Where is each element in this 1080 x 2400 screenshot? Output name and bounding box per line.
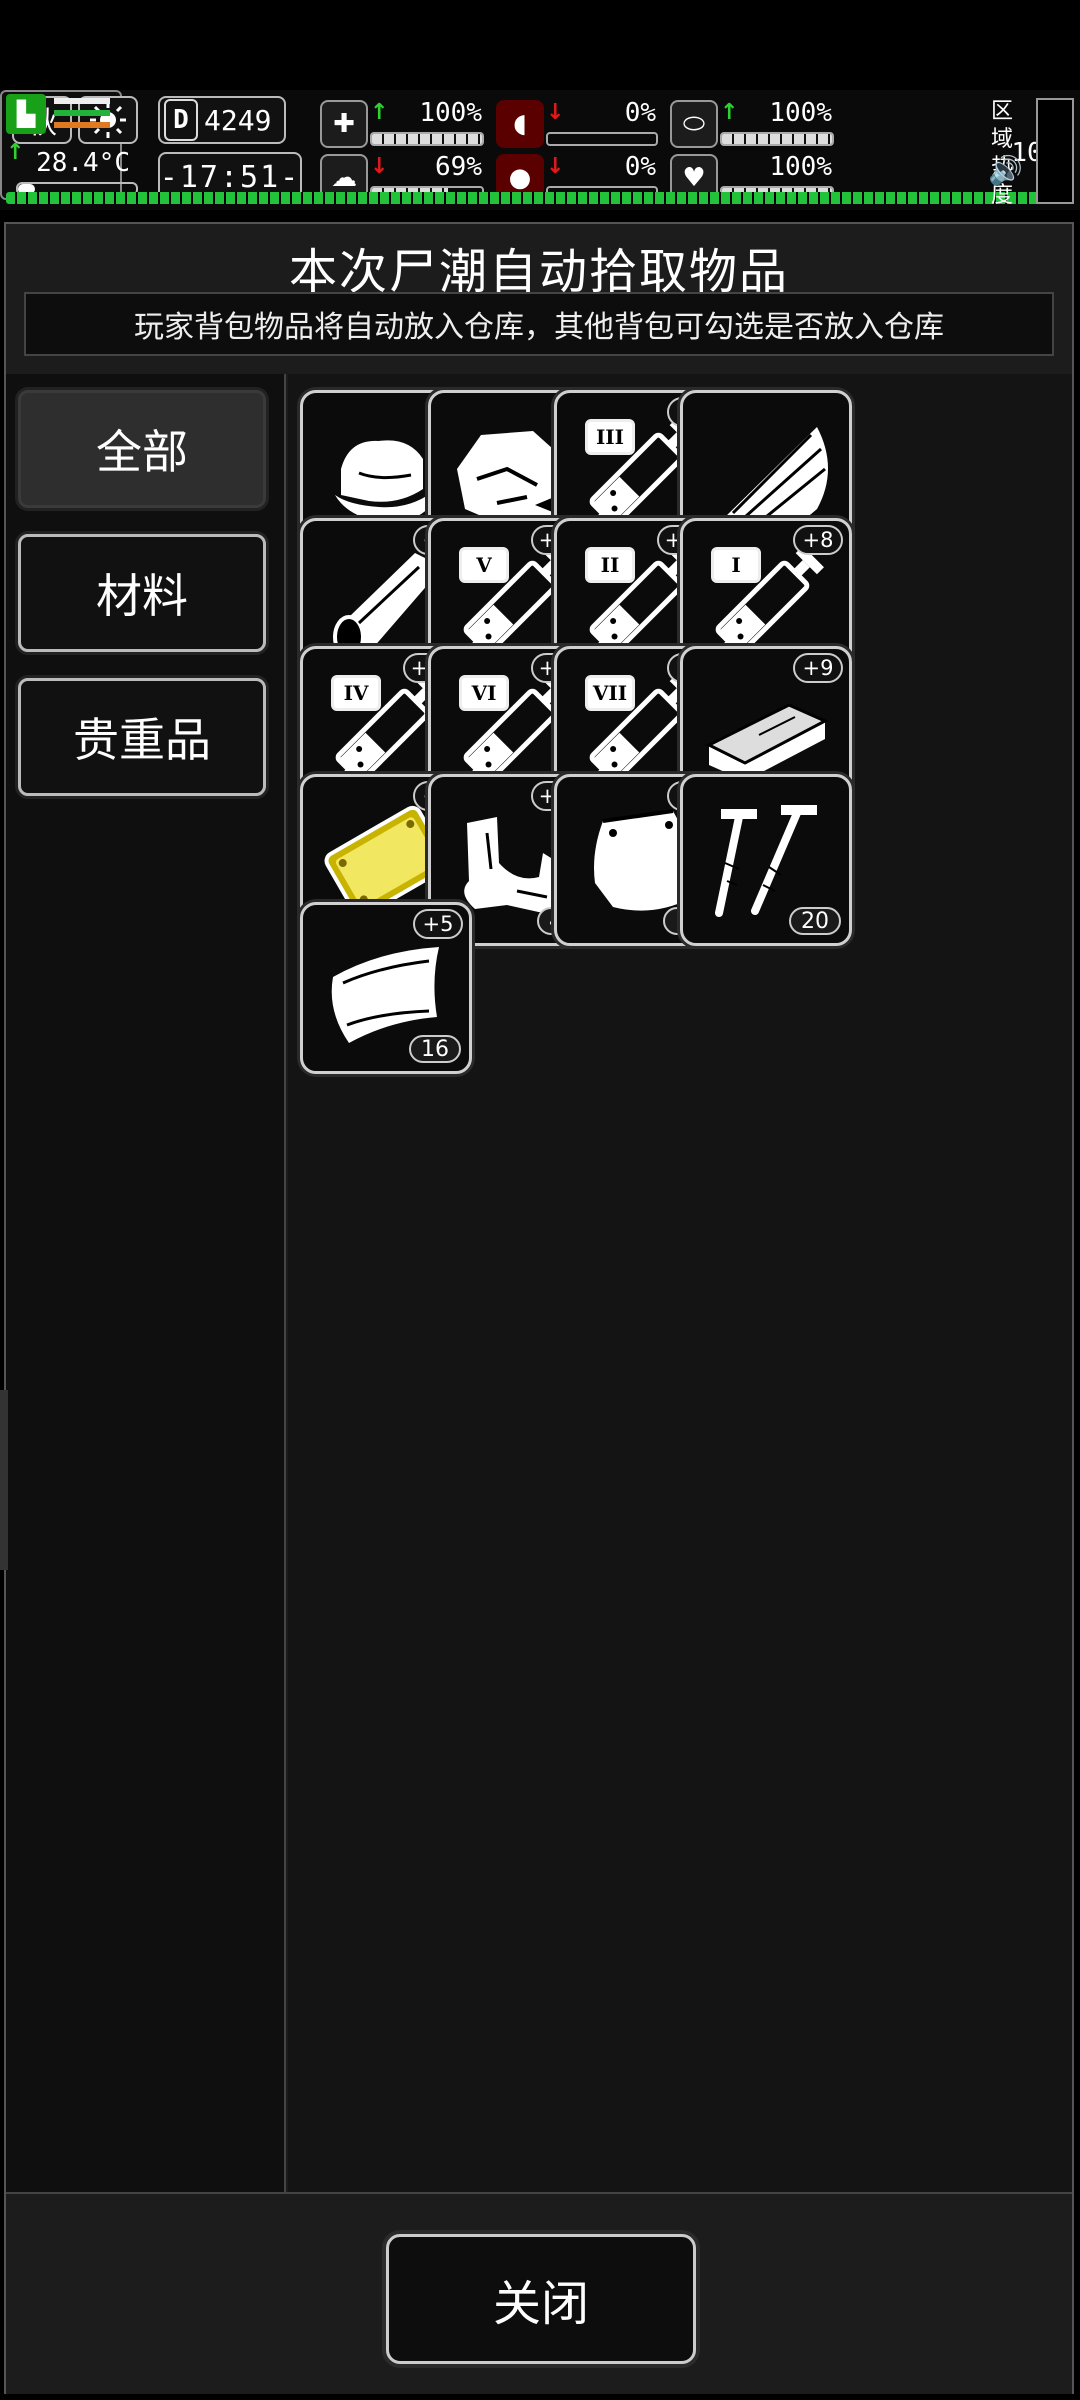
thirst-value: 100% [769, 98, 832, 128]
stamina-lines [54, 98, 110, 134]
inventory-slot[interactable]: +5 16 [300, 902, 472, 1074]
sanity-value: 69% [435, 152, 482, 182]
capsule-icon: ⬭ [670, 100, 718, 148]
grade-badge: I [711, 547, 761, 583]
medkit-icon: ✚ [320, 100, 368, 148]
arrow-up-icon: ↑ [370, 100, 389, 125]
day-prefix: D [164, 99, 198, 141]
arrow-up-icon: ↑ [6, 140, 25, 165]
item-count: 20 [789, 907, 841, 935]
grade-badge: V [459, 547, 509, 583]
day-counter: D 4249 [158, 96, 286, 144]
speaker-icon[interactable]: 🔊 [988, 154, 1023, 187]
arrow-up-icon: ↑ [720, 100, 739, 125]
hunger-stat: ◖ ↓ 0% [496, 98, 662, 150]
blood-value: 0% [624, 152, 656, 182]
tab-materials[interactable]: 材料 [18, 534, 266, 652]
grade-badge: II [585, 547, 635, 583]
close-button[interactable]: 关闭 [386, 2234, 696, 2364]
arrow-down-icon: ↓ [546, 100, 565, 125]
item-grid: 999+999+III+9805+716V+1671II+1385I+852IV… [288, 374, 1072, 2192]
edge-drag-handle[interactable] [0, 1390, 8, 1570]
arrow-down-icon: ↓ [546, 154, 565, 179]
bonus-badge: +8 [793, 525, 843, 555]
bottom-bar: 关闭 [6, 2192, 1072, 2394]
arrow-down-icon: ↓ [370, 154, 389, 179]
category-sidebar: 全部 材料 贵重品 [6, 374, 286, 2192]
bonus-badge: +9 [793, 653, 843, 683]
status-hud: 秋 28.4°C D 4249 -17:51- ✚ ↑ 100% ◖ ↓ 0% … [0, 90, 1080, 210]
stomach-icon: ◖ [496, 100, 544, 148]
zone-heat-label-line1: 区域 [990, 99, 1013, 152]
clock-time: -17:51- [159, 159, 301, 195]
hunger-value: 0% [624, 98, 656, 128]
heart-value: 100% [769, 152, 832, 182]
health-value: 100% [419, 98, 482, 128]
grade-badge: III [585, 419, 635, 455]
auto-loot-panel: 本次尸潮自动拾取物品 玩家背包物品将自动放入仓库，其他背包可勾选是否放入仓库 全… [4, 222, 1074, 2394]
grade-badge: VII [585, 675, 635, 711]
zone-heat-meter [1036, 98, 1074, 204]
panel-subtitle: 玩家背包物品将自动放入仓库，其他背包可勾选是否放入仓库 [24, 292, 1054, 356]
grade-badge: VI [459, 675, 509, 711]
grade-badge: IV [331, 675, 381, 711]
tab-valuables[interactable]: 贵重品 [18, 678, 266, 796]
inventory-slot[interactable]: 20 [680, 774, 852, 946]
bonus-badge: +5 [413, 909, 463, 939]
day-number: 4249 [204, 103, 272, 137]
temperature-value: 28.4°C [36, 148, 130, 178]
tab-all[interactable]: 全部 [18, 390, 266, 508]
thirst-stat: ⬭ ↑ 100% [670, 98, 838, 150]
health-stat: ✚ ↑ 100% [320, 98, 488, 150]
boot-icon: ▙ [6, 94, 46, 134]
item-count: 16 [409, 1035, 461, 1063]
